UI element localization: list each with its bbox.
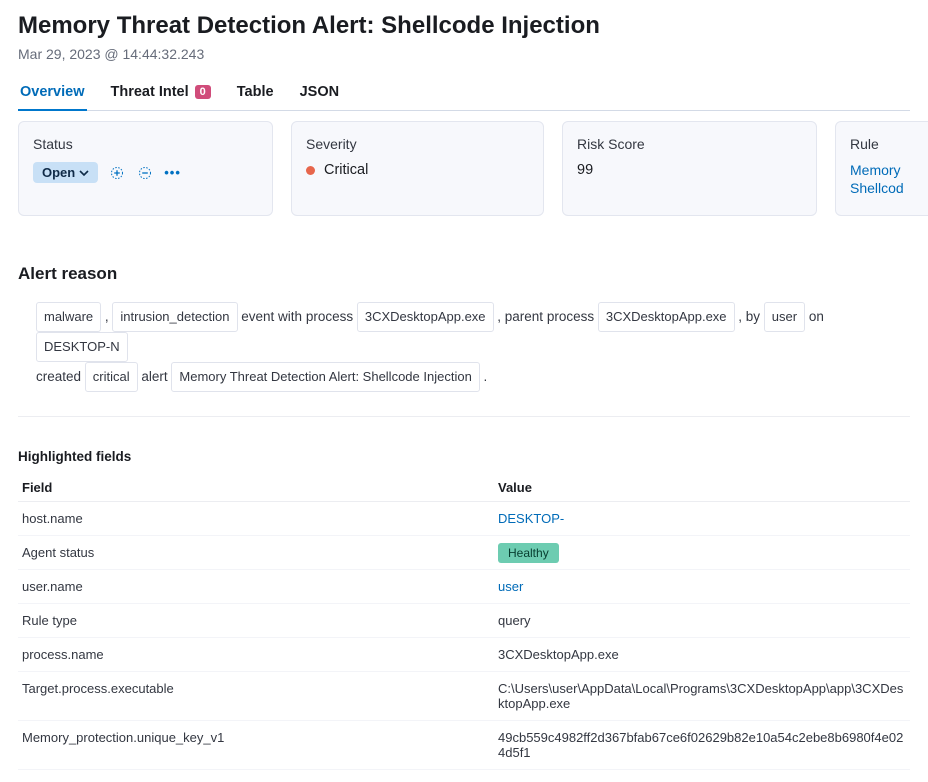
more-actions-icon[interactable]: ••• — [164, 165, 181, 180]
tab-table[interactable]: Table — [235, 76, 276, 110]
field-name: host.name — [18, 502, 494, 536]
remove-icon[interactable] — [136, 164, 154, 182]
field-name: Rule type — [18, 604, 494, 638]
chevron-down-icon — [79, 168, 89, 178]
severity-dot-icon — [306, 166, 315, 175]
tab-threat-intel[interactable]: Threat Intel 0 — [109, 76, 213, 110]
rule-link[interactable]: Memory Shellcod — [850, 162, 928, 197]
summary-rule-card: Rule Memory Shellcod — [835, 121, 928, 216]
field-value: 49cb559c4982ff2d367bfab67ce6f02629b82e10… — [494, 721, 910, 770]
severity-label: Severity — [306, 136, 529, 152]
highlighted-fields-title: Highlighted fields — [18, 449, 910, 464]
severity-value: Critical — [324, 162, 368, 178]
rule-link-line2: Shellcod — [850, 180, 904, 196]
risk-label: Risk Score — [577, 136, 802, 152]
field-name: process.name — [18, 638, 494, 672]
alert-timestamp: Mar 29, 2023 @ 14:44:32.243 — [18, 46, 910, 62]
reason-text: , by — [735, 309, 764, 324]
status-value: Open — [42, 165, 75, 180]
summary-severity-card: Severity Critical — [291, 121, 544, 216]
risk-value: 99 — [577, 162, 802, 178]
rule-link-line1: Memory — [850, 162, 901, 178]
page-title: Memory Threat Detection Alert: Shellcode… — [18, 12, 910, 40]
field-name: user.name — [18, 570, 494, 604]
status-dropdown[interactable]: Open — [33, 162, 98, 183]
reason-text: on — [805, 309, 824, 324]
table-row: Target.process.executable C:\Users\user\… — [18, 672, 910, 721]
alert-reason-body: malware , intrusion_detection event with… — [18, 302, 910, 417]
threat-intel-count-badge: 0 — [195, 85, 211, 99]
reason-text: , parent process — [494, 309, 598, 324]
chip-host[interactable]: DESKTOP-N — [36, 332, 128, 362]
reason-text: event with process — [238, 309, 357, 324]
table-row: process.name 3CXDesktopApp.exe — [18, 638, 910, 672]
status-label: Status — [33, 136, 258, 152]
chip-malware[interactable]: malware — [36, 302, 101, 332]
th-value: Value — [494, 474, 910, 502]
table-row: host.name DESKTOP- — [18, 502, 910, 536]
highlighted-fields-table: Field Value host.name DESKTOP- Agent sta… — [18, 474, 910, 770]
summary-row: Status Open ••• Severity Critical Risk S… — [18, 121, 910, 216]
reason-text: alert — [138, 369, 172, 384]
chip-intrusion[interactable]: intrusion_detection — [112, 302, 237, 332]
chip-user[interactable]: user — [764, 302, 805, 332]
reason-text: . — [480, 369, 488, 384]
reason-text: created — [36, 369, 85, 384]
field-value: C:\Users\user\AppData\Local\Programs\3CX… — [494, 672, 910, 721]
add-icon[interactable] — [108, 164, 126, 182]
th-field: Field — [18, 474, 494, 502]
alert-reason-title: Alert reason — [18, 264, 910, 284]
field-name: Memory_protection.unique_key_v1 — [18, 721, 494, 770]
tab-threat-intel-label: Threat Intel — [111, 84, 189, 100]
chip-parent-process[interactable]: 3CXDesktopApp.exe — [598, 302, 735, 332]
field-value: 3CXDesktopApp.exe — [494, 638, 910, 672]
summary-status-card: Status Open ••• — [18, 121, 273, 216]
table-row: Agent status Healthy — [18, 536, 910, 570]
chip-rule-name[interactable]: Memory Threat Detection Alert: Shellcode… — [171, 362, 479, 392]
user-name-link[interactable]: user — [494, 570, 910, 604]
summary-risk-card: Risk Score 99 — [562, 121, 817, 216]
field-name: Target.process.executable — [18, 672, 494, 721]
chip-process[interactable]: 3CXDesktopApp.exe — [357, 302, 494, 332]
table-row: user.name user — [18, 570, 910, 604]
tab-overview[interactable]: Overview — [18, 76, 87, 110]
field-name: Agent status — [18, 536, 494, 570]
tabs: Overview Threat Intel 0 Table JSON — [18, 76, 910, 111]
table-row: Memory_protection.unique_key_v1 49cb559c… — [18, 721, 910, 770]
tab-json[interactable]: JSON — [298, 76, 342, 110]
table-row: Rule type query — [18, 604, 910, 638]
field-value: query — [494, 604, 910, 638]
rule-label: Rule — [850, 136, 928, 152]
agent-status-badge: Healthy — [498, 543, 559, 563]
host-name-link[interactable]: DESKTOP- — [494, 502, 910, 536]
chip-critical[interactable]: critical — [85, 362, 138, 392]
